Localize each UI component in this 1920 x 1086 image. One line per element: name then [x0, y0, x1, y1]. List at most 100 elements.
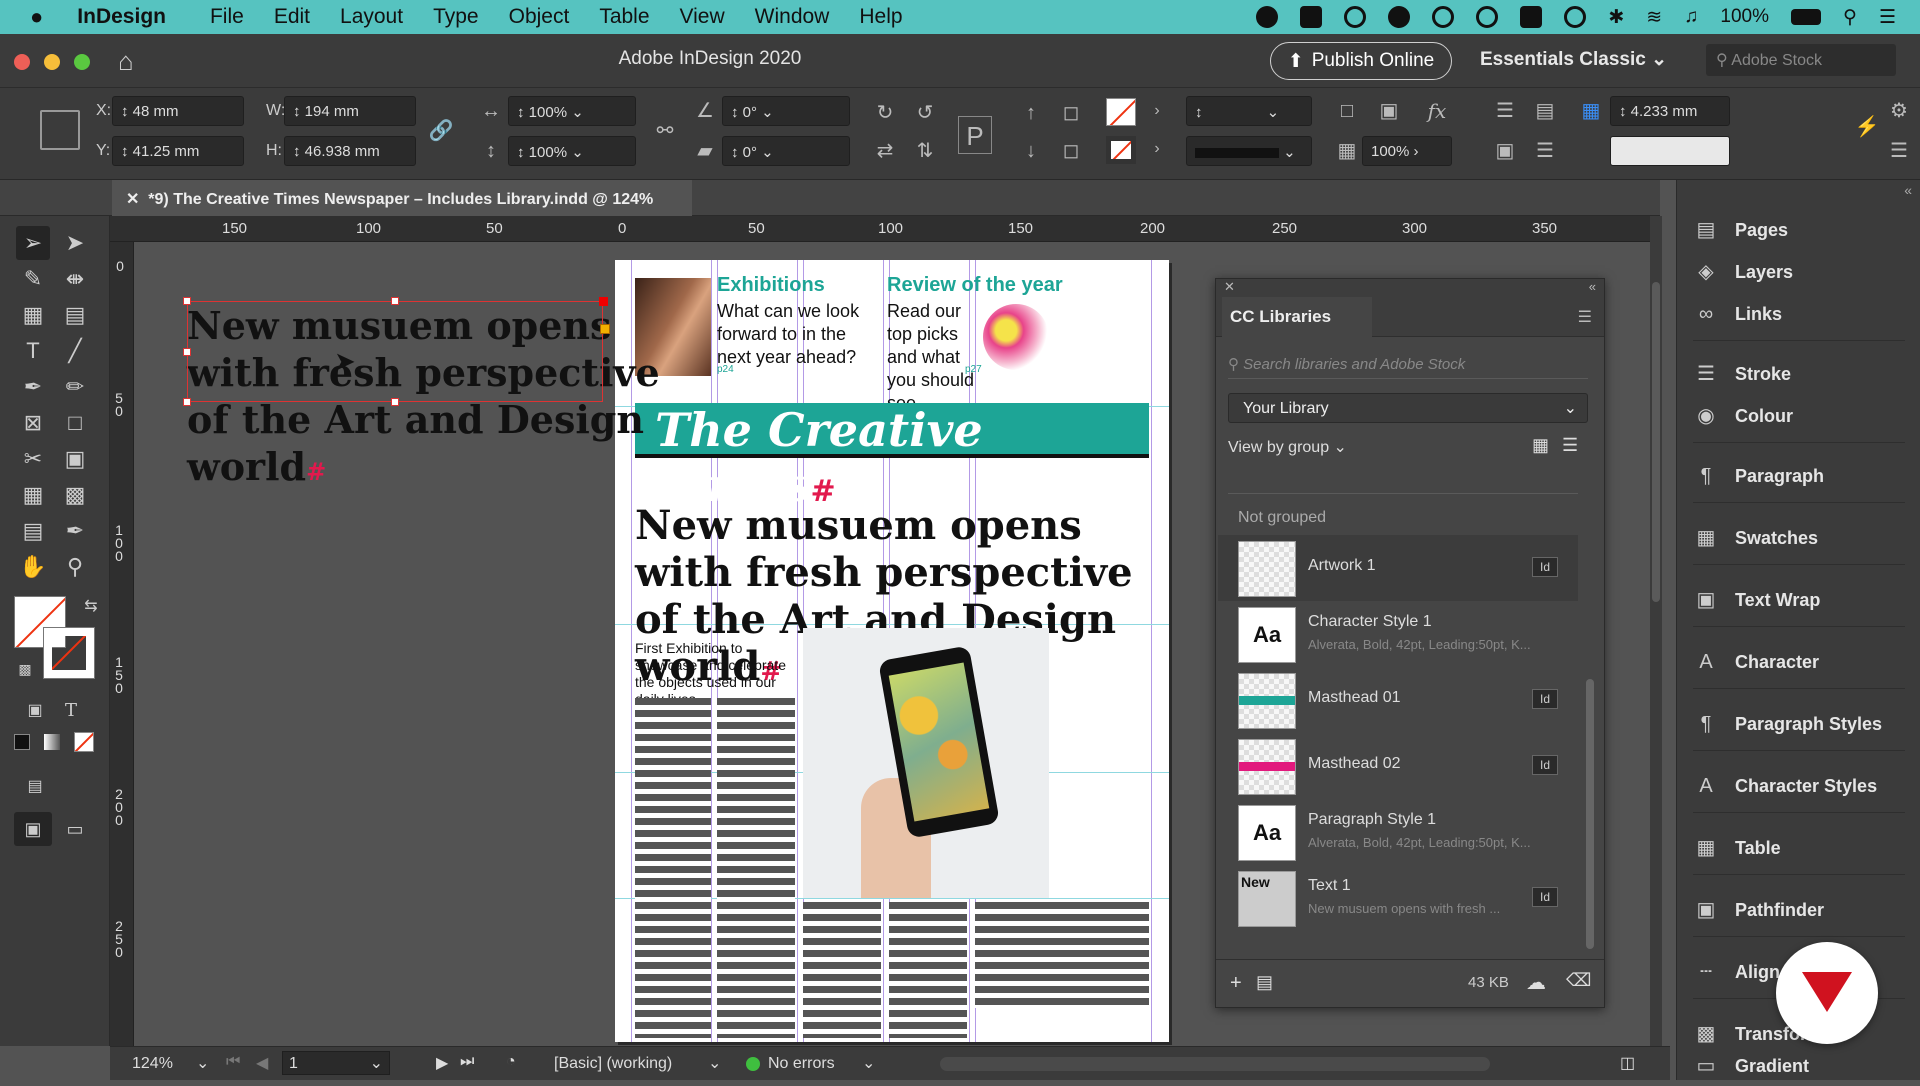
- selection-handle[interactable]: [183, 348, 191, 356]
- auto-size-icon[interactable]: ▦: [1578, 98, 1604, 124]
- free-transform-tool-icon[interactable]: ▣: [60, 444, 90, 474]
- folder-icon[interactable]: ▤: [1256, 972, 1273, 993]
- library-item-masthead-01[interactable]: Masthead 01 Id: [1218, 667, 1578, 733]
- rotation-field[interactable]: ↕ 0° ⌄: [722, 96, 850, 126]
- body-column-3[interactable]: [803, 902, 881, 1038]
- collapse-panel-icon[interactable]: «: [1589, 279, 1596, 294]
- line-tool-icon[interactable]: ╱: [60, 336, 90, 366]
- menu-file[interactable]: File: [210, 5, 244, 29]
- content-placer-icon[interactable]: ▤: [60, 300, 90, 330]
- cloud-sync-icon[interactable]: ☁: [1526, 970, 1546, 995]
- app-menu[interactable]: InDesign: [77, 5, 166, 29]
- text-wrap-icon[interactable]: ▣: [1492, 138, 1518, 164]
- constrain-scale-icon[interactable]: ⚯: [652, 118, 678, 144]
- next-page-icon[interactable]: ▶: [436, 1053, 448, 1073]
- cloud-icon[interactable]: [1388, 6, 1411, 28]
- bluetooth-icon[interactable]: ✱: [1608, 6, 1624, 29]
- page-number-field[interactable]: 1 ⌄: [282, 1051, 390, 1075]
- effects-fx-icon[interactable]: fx: [1424, 98, 1450, 124]
- split-layout-icon[interactable]: ◫: [1620, 1053, 1635, 1073]
- scale-x-field[interactable]: ↕ 100% ⌄: [508, 96, 636, 126]
- dock-stroke[interactable]: ☰ Stroke: [1693, 354, 1913, 394]
- rotate-ccw-icon[interactable]: ↺: [912, 100, 938, 126]
- rectangle-tool-icon[interactable]: □: [60, 408, 90, 438]
- document-tab[interactable]: ✕ *9) The Creative Times Newspaper – Inc…: [112, 180, 692, 216]
- select-next-icon[interactable]: ◻: [1058, 138, 1084, 164]
- zoom-level[interactable]: 124%: [132, 1055, 173, 1073]
- direction-p-icon[interactable]: P: [958, 116, 992, 154]
- library-select[interactable]: Your Library ⌄: [1228, 393, 1588, 423]
- menu-edit[interactable]: Edit: [274, 5, 310, 29]
- do-not-disturb-icon[interactable]: [1476, 6, 1499, 28]
- select-content-icon[interactable]: ↓: [1018, 138, 1044, 164]
- masthead[interactable]: The Creative Times#: [635, 403, 1149, 512]
- dock-paragraph[interactable]: ¶ Paragraph: [1693, 456, 1913, 496]
- body-column-1[interactable]: [635, 698, 711, 1038]
- gradient-feather-tool-icon[interactable]: ▩: [60, 480, 90, 510]
- dock-links[interactable]: ∞ Links: [1693, 294, 1913, 334]
- menu-window[interactable]: Window: [755, 5, 830, 29]
- phone-photo[interactable]: [803, 628, 1049, 898]
- selection-frame[interactable]: [187, 301, 603, 402]
- cc-libraries-tab[interactable]: CC Libraries: [1222, 297, 1372, 337]
- menu-type[interactable]: Type: [433, 5, 479, 29]
- rotate-cw-icon[interactable]: ↻: [872, 100, 898, 126]
- publish-online-button[interactable]: ⬆ Publish Online: [1270, 42, 1452, 80]
- gradient-swatch-tool-icon[interactable]: ▦: [18, 480, 48, 510]
- select-prev-icon[interactable]: ◻: [1058, 100, 1084, 126]
- apple-menu-icon[interactable]: ●: [30, 4, 43, 30]
- type-tool-icon[interactable]: T: [18, 336, 48, 366]
- trash-icon[interactable]: ⌫: [1566, 970, 1591, 991]
- workspace-switcher[interactable]: Essentials Classic ⌄: [1480, 48, 1667, 71]
- wifi-icon[interactable]: ≋: [1646, 6, 1662, 29]
- menu-table[interactable]: Table: [599, 5, 649, 29]
- camera-icon[interactable]: [1432, 6, 1455, 28]
- fill-menu-chevron-icon[interactable]: ›: [1144, 98, 1170, 124]
- close-panel-icon[interactable]: ✕: [1224, 279, 1235, 295]
- hand-tool-icon[interactable]: ✋: [18, 552, 48, 582]
- x-field[interactable]: ↕ 48 mm: [112, 96, 244, 126]
- menu-object[interactable]: Object: [509, 5, 570, 29]
- last-page-icon[interactable]: ⏭: [460, 1053, 474, 1071]
- reference-point-icon[interactable]: [40, 110, 80, 150]
- shear-field[interactable]: ↕ 0° ⌄: [722, 136, 850, 166]
- horizontal-ruler[interactable]: 150 100 50 0 50 100 150 200 250 300 350: [110, 216, 1650, 242]
- menu-help[interactable]: Help: [859, 5, 902, 29]
- apply-gradient-icon[interactable]: [44, 734, 60, 750]
- flip-horizontal-icon[interactable]: ⇄: [872, 138, 898, 164]
- stroke-swatch[interactable]: [1106, 136, 1136, 164]
- preflight-icon[interactable]: ◔: [506, 1053, 516, 1071]
- adobe-stock-search[interactable]: ⚲ Adobe Stock: [1706, 44, 1896, 76]
- cc-icon[interactable]: [1344, 6, 1367, 28]
- chevron-down-icon[interactable]: ⌄: [862, 1053, 875, 1073]
- chevron-down-icon[interactable]: ⌄: [196, 1053, 209, 1073]
- dock-layers[interactable]: ◈ Layers: [1693, 252, 1913, 292]
- align-top-icon[interactable]: ☰: [1492, 98, 1518, 124]
- chevron-down-icon[interactable]: ⌄: [708, 1053, 721, 1073]
- columns-icon[interactable]: ▤: [1532, 98, 1558, 124]
- constrain-proportions-icon[interactable]: 🔗: [428, 118, 454, 144]
- horizontal-scrollbar[interactable]: [940, 1057, 1490, 1071]
- collapse-dock-icon[interactable]: «: [1904, 182, 1912, 198]
- scissors-tool-icon[interactable]: ✂: [18, 444, 48, 474]
- stroke-type-field[interactable]: ⌄: [1186, 136, 1312, 166]
- dock-text-wrap[interactable]: ▣ Text Wrap: [1693, 580, 1913, 620]
- first-page-icon[interactable]: ⏮: [226, 1053, 240, 1071]
- scale-y-field[interactable]: ↕ 100% ⌄: [508, 136, 636, 166]
- battery-label[interactable]: 100%: [1720, 6, 1769, 28]
- dock-pathfinder[interactable]: ▣ Pathfinder: [1693, 890, 1913, 930]
- offset-field[interactable]: ↕ 4.233 mm: [1610, 96, 1730, 126]
- formatting-text-icon[interactable]: T: [56, 696, 86, 726]
- time-machine-icon[interactable]: [1564, 6, 1587, 28]
- gap-tool-icon[interactable]: ⇼: [60, 264, 90, 294]
- dropbox-icon[interactable]: [1300, 6, 1323, 28]
- spotlight-icon[interactable]: ⚲: [1843, 6, 1857, 29]
- w-field[interactable]: ↕ 194 mm: [284, 96, 416, 126]
- library-item-artwork-1[interactable]: Artwork 1 Id: [1218, 535, 1578, 601]
- grid-view-icon[interactable]: ▦: [1532, 435, 1549, 456]
- fill-swatch[interactable]: [1106, 98, 1136, 126]
- gear-icon[interactable]: ⚙: [1886, 98, 1912, 124]
- menu-view[interactable]: View: [680, 5, 725, 29]
- library-scrollbar[interactable]: [1586, 679, 1594, 949]
- grid-mode-icon[interactable]: ▤: [20, 772, 50, 802]
